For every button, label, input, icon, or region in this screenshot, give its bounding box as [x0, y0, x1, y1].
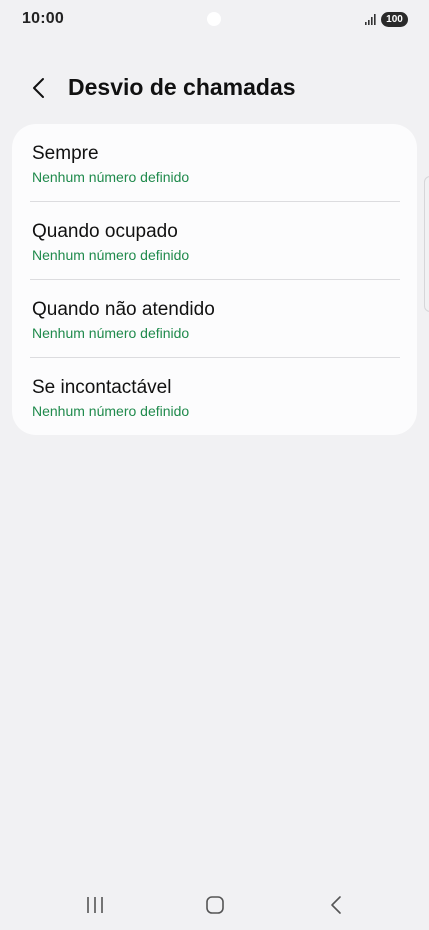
back-button[interactable] — [24, 72, 56, 104]
option-when-busy[interactable]: Quando ocupado Nenhum número definido — [12, 202, 417, 280]
edge-panel-handle[interactable] — [424, 176, 429, 312]
option-subtitle: Nenhum número definido — [32, 325, 190, 341]
home-icon — [206, 896, 224, 914]
nav-back-button[interactable] — [316, 890, 356, 920]
front-camera — [207, 12, 221, 26]
recents-button[interactable] — [75, 890, 115, 920]
option-title: Quando não atendido — [32, 299, 215, 320]
option-when-unanswered[interactable]: Quando não atendido Nenhum número defini… — [12, 280, 417, 358]
option-title: Sempre — [32, 143, 99, 164]
signal-icon — [365, 14, 376, 25]
recents-icon — [87, 897, 103, 913]
option-subtitle: Nenhum número definido — [32, 169, 190, 185]
option-subtitle: Nenhum número definido — [32, 247, 190, 263]
chevron-left-icon — [33, 78, 44, 98]
back-icon — [331, 896, 341, 914]
home-button[interactable] — [195, 890, 235, 920]
page-title: Desvio de chamadas — [68, 74, 296, 100]
option-title: Se incontactável — [32, 377, 172, 398]
option-always[interactable]: Sempre Nenhum número definido — [12, 124, 417, 202]
battery-icon: 100 — [381, 12, 408, 27]
app-bar: Desvio de chamadas — [0, 60, 429, 116]
status-time: 10:00 — [22, 10, 64, 27]
status-bar: 10:00 100 — [0, 0, 429, 40]
navigation-bar — [0, 880, 429, 930]
option-subtitle: Nenhum número definido — [32, 403, 190, 419]
option-when-unreachable[interactable]: Se incontactável Nenhum número definido — [12, 358, 417, 435]
option-title: Quando ocupado — [32, 221, 178, 242]
call-forwarding-options-card: Sempre Nenhum número definido Quando ocu… — [12, 124, 417, 435]
